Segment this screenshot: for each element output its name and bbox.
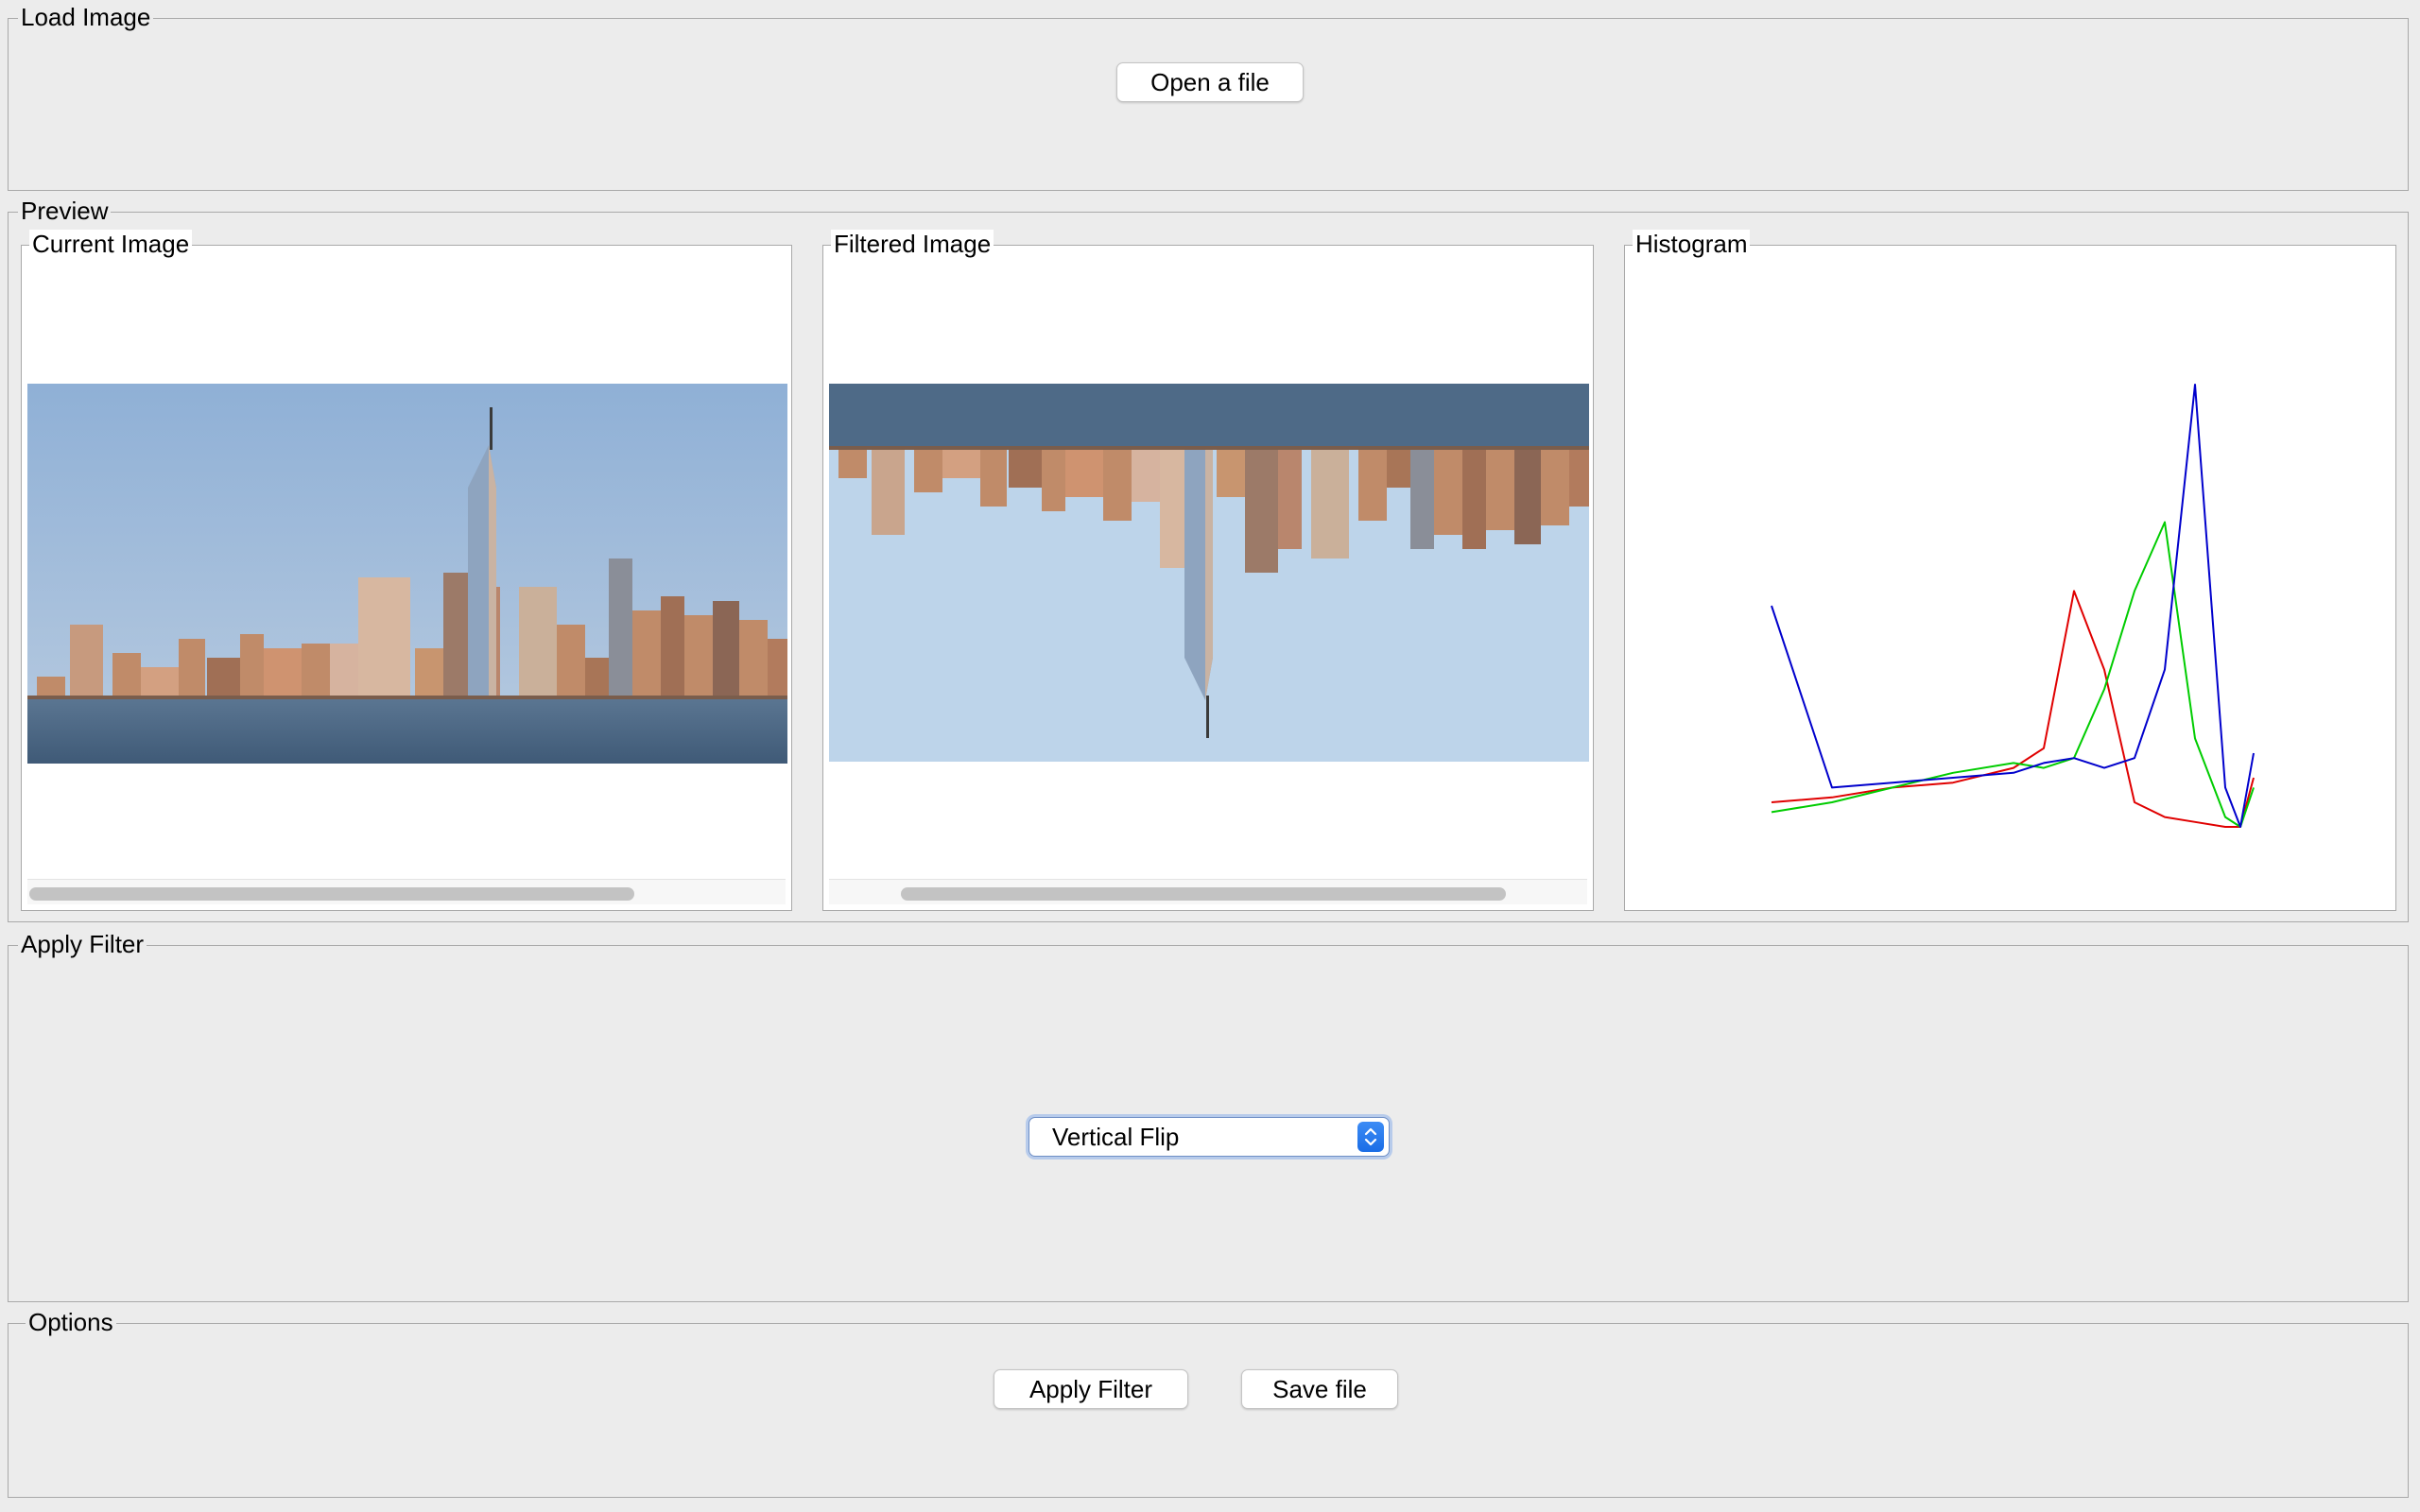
filter-select-value: Vertical Flip (1052, 1122, 1180, 1151)
current-image-pane: Current Image (21, 230, 792, 911)
filtered-image (829, 384, 1589, 762)
histogram-series-red (1771, 590, 2255, 828)
current-image-hscrollbar[interactable] (27, 879, 786, 904)
current-image-legend: Current Image (29, 230, 193, 258)
current-image-scroll-thumb[interactable] (29, 887, 634, 901)
filter-select[interactable]: Vertical Flip (1028, 1117, 1390, 1157)
current-image (27, 384, 787, 764)
apply-filter-legend: Apply Filter (18, 930, 147, 958)
chevron-up-down-icon (1357, 1122, 1384, 1152)
histogram-pane: Histogram (1624, 230, 2396, 911)
filtered-image-pane: Filtered Image (822, 230, 1594, 911)
filtered-image-legend: Filtered Image (831, 230, 994, 258)
apply-filter-button[interactable]: Apply Filter (994, 1369, 1188, 1409)
filtered-image-scroll-thumb[interactable] (901, 887, 1506, 901)
load-image-group: Load Image (8, 3, 2409, 191)
save-file-button[interactable]: Save file (1241, 1369, 1398, 1409)
open-file-button[interactable]: Open a file (1116, 62, 1304, 102)
load-image-legend: Load Image (18, 3, 154, 31)
histogram-chart (1771, 384, 2255, 828)
options-legend: Options (26, 1308, 116, 1336)
histogram-series-blue (1771, 384, 2255, 828)
histogram-series-green (1771, 521, 2255, 828)
preview-legend: Preview (18, 197, 112, 225)
options-group: Options (8, 1308, 2409, 1498)
filtered-image-hscrollbar[interactable] (829, 879, 1587, 904)
